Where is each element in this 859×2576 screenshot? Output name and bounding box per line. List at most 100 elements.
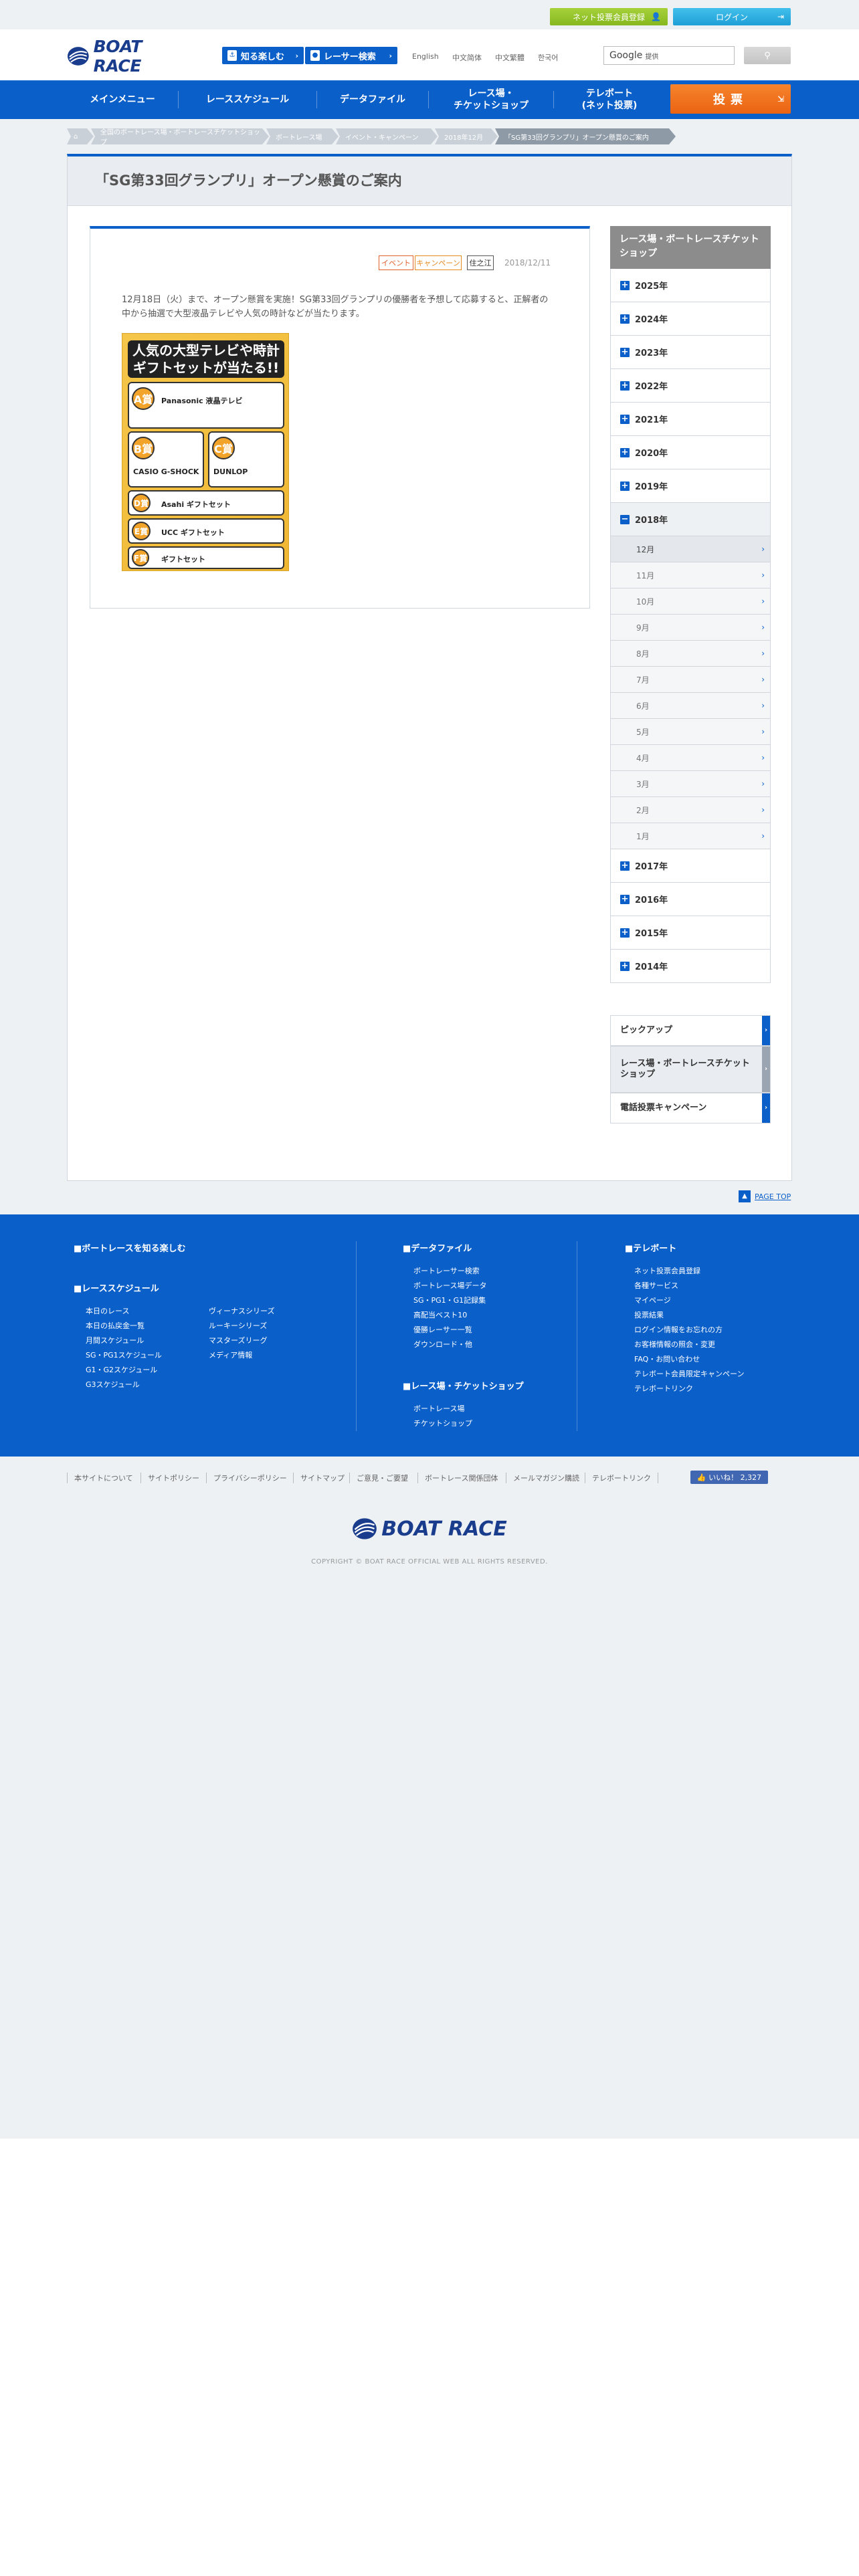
nav-main-menu[interactable]: メインメニュー: [67, 80, 178, 119]
footer-link[interactable]: ルーキーシリーズ: [209, 1320, 267, 1331]
like-count: いいね！ 2,327: [708, 1473, 762, 1482]
nav-teleboat[interactable]: テレボート (ネット投票): [554, 80, 665, 119]
sidebar-year[interactable]: +2020年: [610, 436, 771, 469]
bottom-link[interactable]: ご意見・ご要望: [349, 1473, 415, 1483]
sidebar-year[interactable]: +2019年: [610, 469, 771, 503]
sidebar-month[interactable]: 6月 ›: [610, 693, 771, 719]
search-button[interactable]: ⚲: [744, 47, 791, 64]
footer-link[interactable]: SG・PG1・G1記録集: [413, 1295, 486, 1305]
year-label: 2016年: [635, 895, 668, 905]
footer-link[interactable]: 投票結果: [634, 1309, 664, 1320]
vote-button[interactable]: 投票 ⇲: [670, 84, 791, 114]
sidebar-year[interactable]: +2025年: [610, 269, 771, 302]
prize-rank-badge: A賞: [132, 387, 155, 410]
sidebar-month[interactable]: 5月 ›: [610, 719, 771, 745]
sidebar-year[interactable]: +2023年: [610, 336, 771, 369]
footer-link[interactable]: メディア情報: [209, 1350, 252, 1360]
footer-link[interactable]: お客様情報の照会・変更: [634, 1339, 715, 1350]
footer-link[interactable]: ボートレーサー検索: [413, 1265, 480, 1276]
footer-link[interactable]: 本日のレース: [86, 1305, 129, 1316]
footer-link[interactable]: 各種サービス: [634, 1280, 678, 1291]
pickup-link[interactable]: ピックアップ ›: [610, 1015, 771, 1046]
footer-link[interactable]: ボートレース場データ: [413, 1280, 486, 1291]
bottom-link[interactable]: サイトポリシー: [140, 1473, 206, 1483]
pickup-phone-campaign-link[interactable]: 電話投票キャンペーン ›: [610, 1093, 771, 1123]
sidebar-month[interactable]: 7月 ›: [610, 667, 771, 693]
sidebar-month[interactable]: 8月 ›: [610, 641, 771, 667]
bottom-link[interactable]: サイトマップ: [293, 1473, 351, 1483]
pickup-venue-link[interactable]: レース場・ボートレースチケットショップ ›: [610, 1046, 771, 1093]
nav-race-schedule[interactable]: レーススケジュール: [179, 80, 316, 119]
facebook-like-button[interactable]: 👍 いいね！ 2,327: [690, 1471, 768, 1484]
bottom-link[interactable]: プライバシーポリシー: [206, 1473, 294, 1483]
chevron-right-icon: ›: [295, 51, 298, 60]
bottom-link[interactable]: テレボートリンク: [585, 1473, 658, 1483]
nav-race-venue-ticket-shop[interactable]: レース場・ チケットショップ: [429, 80, 553, 119]
footer-link[interactable]: FAQ・お問い合わせ: [634, 1354, 700, 1364]
campaign-poster-image[interactable]: 人気の大型テレビや時計 ギフトセットが当たる!! A賞 Panasonic 液晶テ…: [122, 333, 289, 571]
sidebar-year[interactable]: +2017年: [610, 849, 771, 883]
bottom-link[interactable]: メールマガジン購読: [506, 1473, 586, 1483]
footer-link[interactable]: 高配当ベスト10: [413, 1309, 467, 1320]
net-vote-register-button[interactable]: ネット投票会員登録 👤: [550, 8, 668, 25]
footer-ticket-heading[interactable]: ■レース場・チケットショップ: [403, 1379, 524, 1392]
login-button[interactable]: ログイン ⇥: [673, 8, 791, 25]
sidebar-year[interactable]: +2016年: [610, 883, 771, 916]
bottom-link[interactable]: 本サイトについて: [67, 1473, 140, 1483]
bottom-link[interactable]: ボートレース関係団体: [417, 1473, 504, 1483]
nav-data-file[interactable]: データファイル: [317, 80, 428, 119]
sidebar-year[interactable]: +2021年: [610, 403, 771, 436]
sidebar-month[interactable]: 3月 ›: [610, 771, 771, 797]
footer-logo[interactable]: BOAT RACE: [352, 1515, 507, 1542]
tag-venue[interactable]: 住之江: [467, 255, 494, 270]
breadcrumb-item[interactable]: イベント・キャンペーン: [336, 128, 438, 144]
search-input[interactable]: Google 提供: [603, 46, 735, 65]
boatrace-logo[interactable]: BOAT RACE: [67, 37, 194, 76]
footer-link[interactable]: チケットショップ: [413, 1418, 472, 1428]
footer-link[interactable]: 本日の払戻金一覧: [86, 1320, 145, 1331]
tag-campaign[interactable]: キャンペーン: [415, 255, 462, 270]
footer-link[interactable]: ログイン情報をお忘れの方: [634, 1324, 723, 1335]
footer-link[interactable]: ヴィーナスシリーズ: [209, 1305, 274, 1316]
tag-event[interactable]: イベント: [379, 255, 413, 270]
racer-search-button[interactable]: ● レーサー検索 ›: [305, 47, 397, 64]
sidebar-month[interactable]: 11月 ›: [610, 562, 771, 588]
sidebar-month[interactable]: 9月 ›: [610, 615, 771, 641]
footer-link[interactable]: テレボートリンク: [634, 1383, 693, 1394]
footer-link[interactable]: テレボート会員限定キャンペーン: [634, 1368, 744, 1379]
footer-link[interactable]: 月間スケジュール: [86, 1335, 144, 1346]
footer-link[interactable]: G1・G2スケジュール: [86, 1364, 157, 1375]
lang-chinese-traditional[interactable]: 中文繁體: [495, 52, 524, 63]
footer-teleboat-heading[interactable]: ■テレボート: [625, 1241, 676, 1254]
footer-data-heading[interactable]: ■データファイル: [403, 1241, 472, 1254]
footer-link[interactable]: マスターズリーグ: [209, 1335, 267, 1346]
footer-schedule-heading[interactable]: ■レーススケジュール: [74, 1281, 159, 1294]
footer-link[interactable]: G3スケジュール: [86, 1379, 140, 1390]
page-top-link[interactable]: ▲ PAGE TOP: [739, 1190, 791, 1202]
breadcrumb-item[interactable]: 全国のボートレース場・ボートレースチケットショップ: [91, 128, 269, 144]
breadcrumb-item[interactable]: ボートレース場: [266, 128, 339, 144]
sidebar-month-selected[interactable]: 12月 ›: [610, 536, 771, 562]
chevron-right-icon: ›: [761, 753, 765, 762]
footer-link[interactable]: ネット投票会員登録: [634, 1265, 700, 1276]
footer-link[interactable]: ボートレース場: [413, 1403, 464, 1414]
know-enjoy-button[interactable]: ⚓ 知る楽しむ ›: [222, 47, 304, 64]
lang-english[interactable]: English: [412, 52, 439, 61]
sidebar-year[interactable]: +2022年: [610, 369, 771, 403]
sidebar-month[interactable]: 10月 ›: [610, 588, 771, 615]
breadcrumb-item[interactable]: 2018年12月: [435, 128, 498, 144]
footer-link[interactable]: ダウンロード・他: [413, 1339, 472, 1350]
footer-link[interactable]: 優勝レーサー一覧: [413, 1324, 472, 1335]
sidebar-year[interactable]: +2024年: [610, 302, 771, 336]
footer-link[interactable]: マイページ: [634, 1295, 671, 1305]
sidebar-year[interactable]: +2014年: [610, 950, 771, 983]
sidebar-month[interactable]: 4月 ›: [610, 745, 771, 771]
lang-chinese-simplified[interactable]: 中文简体: [452, 52, 482, 63]
sidebar-year[interactable]: +2015年: [610, 916, 771, 950]
sidebar-year-open[interactable]: −2018年: [610, 503, 771, 536]
footer-link[interactable]: SG・PG1スケジュール: [86, 1350, 162, 1360]
footer-know-heading[interactable]: ■ボートレースを知る楽しむ: [74, 1241, 186, 1254]
lang-korean[interactable]: 한국어: [538, 52, 558, 63]
sidebar-month[interactable]: 1月 ›: [610, 823, 771, 849]
sidebar-month[interactable]: 2月 ›: [610, 797, 771, 823]
